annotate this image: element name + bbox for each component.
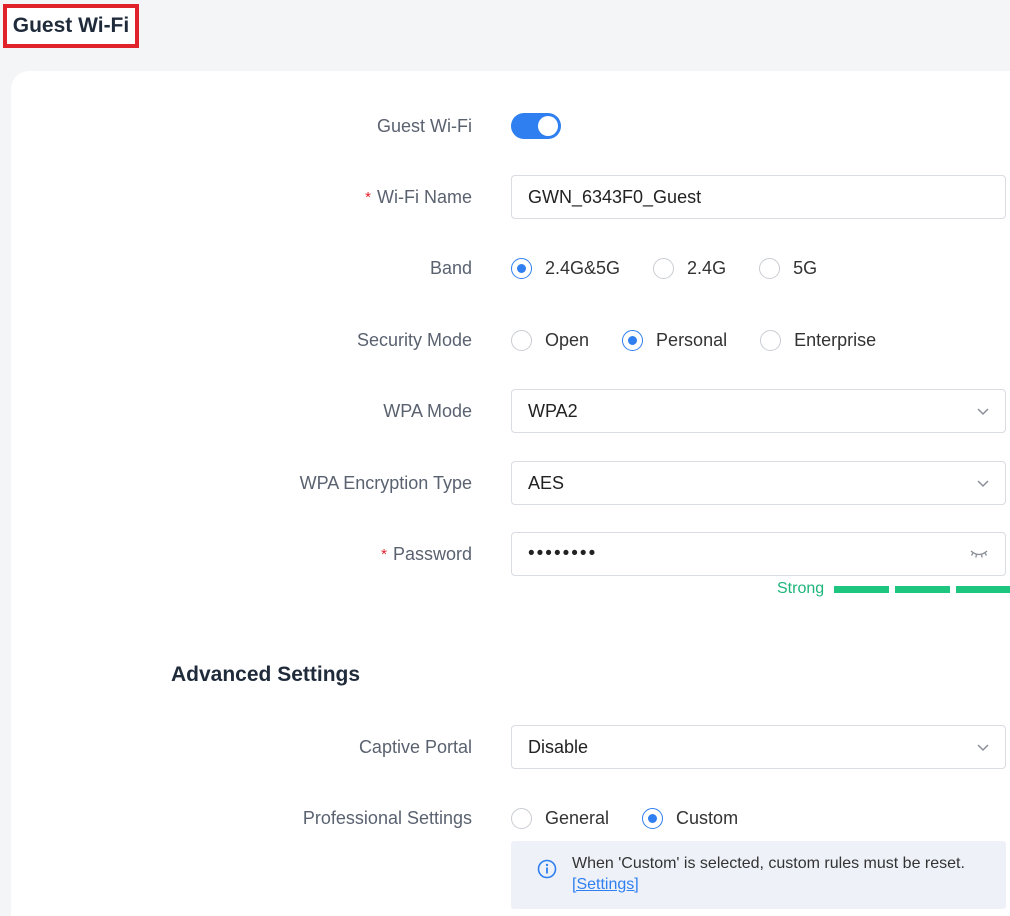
wpa-encryption-row: WPA Encryption Type AES — [0, 461, 1010, 505]
chevron-down-icon — [977, 480, 989, 488]
password-row: * Password •••••••• — [0, 532, 1010, 576]
required-mark: * — [381, 545, 387, 563]
info-message: When 'Custom' is selected, custom rules … — [572, 855, 965, 872]
info-icon — [537, 859, 557, 879]
guest-wifi-label: Guest Wi-Fi — [376, 115, 472, 136]
strength-segment — [834, 585, 890, 593]
professional-settings-row: Professional Settings General Custom — [0, 796, 1010, 840]
wpa-mode-select[interactable]: WPA2 — [511, 389, 1006, 433]
professional-option-general[interactable]: General — [511, 807, 609, 829]
security-mode-label: Security Mode — [356, 329, 472, 350]
security-option-enterprise[interactable]: Enterprise — [760, 329, 876, 351]
security-option-open[interactable]: Open — [511, 329, 589, 351]
wpa-mode-row: WPA Mode WPA2 — [0, 389, 1010, 433]
guest-wifi-row: Guest Wi-Fi — [0, 104, 1010, 148]
eye-closed-icon[interactable] — [969, 547, 989, 561]
page-title: Guest Wi-Fi — [3, 4, 139, 48]
professional-settings-label: Professional Settings — [302, 807, 472, 828]
settings-link[interactable]: [Settings] — [572, 876, 639, 894]
captive-portal-label: Captive Portal — [358, 736, 472, 757]
radio-unselected[interactable] — [511, 807, 532, 829]
strength-segment — [956, 585, 1010, 593]
wpa-mode-label: WPA Mode — [383, 400, 472, 421]
wifi-name-row: * Wi-Fi Name GWN_6343F0_Guest — [0, 175, 1010, 219]
security-mode-row: Security Mode Open Personal Enterprise — [0, 318, 1010, 362]
password-value: •••••••• — [528, 543, 598, 564]
radio-unselected[interactable] — [653, 257, 675, 279]
toggle-knob — [538, 116, 558, 136]
captive-portal-value: Disable — [528, 736, 589, 757]
professional-option-custom[interactable]: Custom — [642, 807, 738, 829]
chevron-down-icon — [977, 744, 989, 752]
required-mark: * — [365, 188, 371, 206]
radio-unselected[interactable] — [760, 329, 782, 351]
wpa-encryption-label: WPA Encryption Type — [299, 472, 472, 493]
band-option-24g[interactable]: 2.4G — [653, 257, 726, 279]
wpa-mode-value: WPA2 — [528, 400, 578, 421]
chevron-down-icon — [977, 408, 989, 416]
radio-selected[interactable] — [622, 329, 644, 351]
security-option-personal[interactable]: Personal — [622, 329, 727, 351]
radio-unselected[interactable] — [511, 329, 532, 351]
captive-portal-select[interactable]: Disable — [511, 725, 1006, 769]
captive-portal-row: Captive Portal Disable — [0, 725, 1010, 769]
professional-settings-radio-group: General Custom — [511, 796, 771, 840]
strength-label: Strong — [777, 580, 825, 597]
security-mode-radio-group: Open Personal Enterprise — [511, 318, 909, 362]
wifi-name-input[interactable]: GWN_6343F0_Guest — [511, 175, 1006, 219]
band-row: Band 2.4G&5G 2.4G 5G — [0, 246, 1010, 290]
band-label: Band — [429, 257, 472, 278]
radio-selected[interactable] — [642, 807, 664, 829]
advanced-settings-title: Advanced Settings — [171, 663, 361, 686]
wpa-encryption-select[interactable]: AES — [511, 461, 1006, 505]
wifi-name-label: * Wi-Fi Name — [365, 186, 472, 207]
guest-wifi-toggle[interactable] — [511, 113, 561, 139]
strength-segment — [895, 585, 951, 593]
wifi-name-value: GWN_6343F0_Guest — [528, 186, 702, 207]
radio-unselected[interactable] — [759, 257, 781, 279]
password-strength: Strong — [777, 580, 1010, 597]
custom-info-box: When 'Custom' is selected, custom rules … — [511, 841, 1006, 909]
band-option-dual[interactable]: 2.4G&5G — [511, 257, 620, 279]
radio-selected[interactable] — [511, 257, 532, 279]
password-input[interactable]: •••••••• — [511, 532, 1006, 576]
band-option-5g[interactable]: 5G — [759, 257, 817, 279]
wpa-encryption-value: AES — [528, 472, 565, 493]
password-label: * Password — [381, 543, 472, 564]
band-radio-group: 2.4G&5G 2.4G 5G — [511, 246, 850, 290]
